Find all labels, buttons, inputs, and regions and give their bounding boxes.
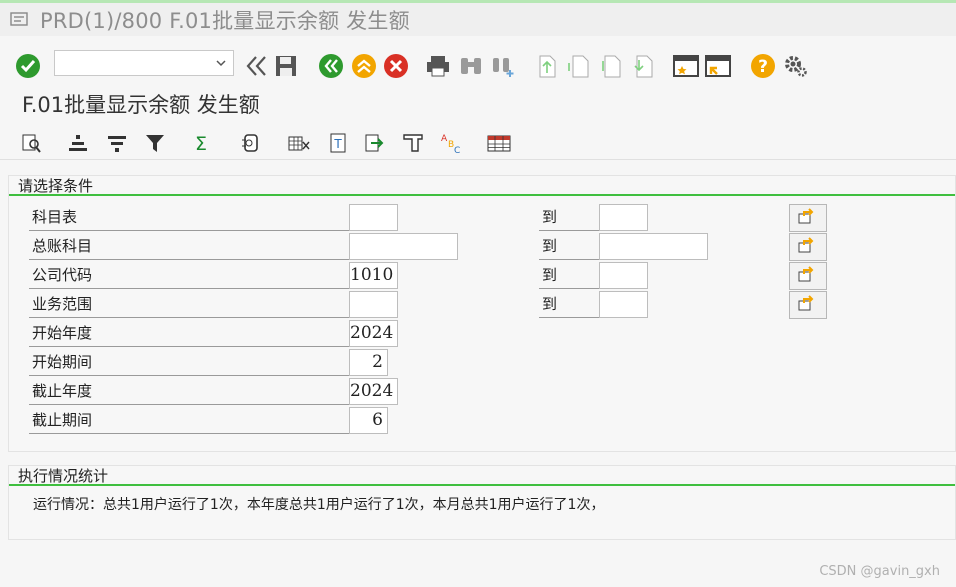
filter-icon[interactable] <box>142 130 168 156</box>
end-year-row: 截止年度 2024 <box>9 378 409 406</box>
multiple-selection-icon <box>798 208 818 228</box>
back-icon[interactable] <box>317 52 345 80</box>
abc-icon[interactable]: ABC <box>438 130 464 156</box>
multiple-selection-icon <box>798 266 818 286</box>
field-label: 开始年度 <box>29 320 349 347</box>
svg-text:C: C <box>454 146 460 155</box>
business-area-from-input[interactable] <box>349 291 398 318</box>
chart-of-accounts-to-input[interactable] <box>599 204 648 231</box>
chart-of-accounts-from-input[interactable] <box>349 204 398 231</box>
svg-text:Σ: Σ <box>195 133 207 154</box>
execution-stats-text: 运行情况：总共1用户运行了1次，本年度总共1用户运行了1次，本月总共1用户运行了… <box>33 497 605 513</box>
svg-text:T: T <box>333 137 342 151</box>
to-label: 到 <box>539 204 599 231</box>
field-label: 截止期间 <box>29 407 349 434</box>
field-label: 开始期间 <box>29 349 349 376</box>
multiple-selection-button[interactable] <box>789 233 827 261</box>
save-icon[interactable] <box>272 52 300 80</box>
print-icon[interactable] <box>424 52 452 80</box>
multiple-selection-button[interactable] <box>789 291 827 319</box>
sum-icon[interactable]: Σ <box>188 130 214 156</box>
multiple-selection-icon <box>798 295 818 315</box>
page-title: F.01批量显示余额 发生额 <box>22 93 260 117</box>
command-input[interactable] <box>55 51 205 75</box>
field-label: 科目表 <box>29 204 349 231</box>
svg-text:?: ? <box>758 57 768 77</box>
menu-icon[interactable] <box>10 11 32 28</box>
to-label: 到 <box>539 233 599 260</box>
details-icon[interactable] <box>238 130 264 156</box>
exit-icon[interactable] <box>350 52 378 80</box>
check-icon[interactable] <box>14 52 42 80</box>
standard-toolbar: ? <box>0 46 956 86</box>
command-field[interactable] <box>54 50 234 76</box>
title-bar: PRD(1)/800 F.01批量显示余额 发生额 <box>0 0 956 36</box>
help-icon[interactable]: ? <box>749 52 777 80</box>
double-left-icon[interactable] <box>242 52 270 80</box>
company-code-to-input[interactable] <box>599 262 648 289</box>
cancel-icon[interactable] <box>382 52 410 80</box>
start-year-input[interactable]: 2024 <box>349 320 398 347</box>
gl-account-from-input[interactable] <box>349 233 458 260</box>
first-page-icon[interactable] <box>533 52 561 80</box>
next-page-icon[interactable] <box>598 52 626 80</box>
shortcut-icon[interactable] <box>704 52 732 80</box>
sort-descending-icon[interactable] <box>104 130 130 156</box>
last-page-icon[interactable] <box>630 52 658 80</box>
table-icon[interactable] <box>486 130 512 156</box>
end-period-row: 截止期间 6 <box>9 407 409 435</box>
execution-stats-group: 执行情况统计 运行情况：总共1用户运行了1次，本年度总共1用户运行了1次，本月总… <box>8 465 956 540</box>
range-row-company-code: 公司代码 1010 到 <box>9 262 956 290</box>
new-session-icon[interactable] <box>672 52 700 80</box>
export-excel-icon[interactable] <box>286 130 312 156</box>
end-period-input[interactable]: 6 <box>349 407 388 434</box>
start-year-row: 开始年度 2024 <box>9 320 409 348</box>
multiple-selection-button[interactable] <box>789 204 827 232</box>
start-period-input[interactable]: 2 <box>349 349 388 376</box>
field-label: 业务范围 <box>29 291 349 318</box>
field-label: 公司代码 <box>29 262 349 289</box>
layout-icon[interactable] <box>400 130 426 156</box>
find-icon[interactable] <box>457 52 485 80</box>
business-area-to-input[interactable] <box>599 291 648 318</box>
watermark: CSDN @gavin_gxh <box>819 564 940 579</box>
end-year-input[interactable]: 2024 <box>349 378 398 405</box>
field-label: 截止年度 <box>29 378 349 405</box>
gl-account-to-input[interactable] <box>599 233 708 260</box>
to-label: 到 <box>539 262 599 289</box>
get-variant-icon[interactable] <box>18 130 44 156</box>
range-row-business-area: 业务范围 到 <box>9 291 956 319</box>
svg-text:A: A <box>441 134 448 144</box>
find-next-icon[interactable] <box>489 52 517 80</box>
text-icon[interactable]: T <box>325 130 351 156</box>
range-row-gl-account: 总账科目 到 <box>9 233 956 261</box>
selection-criteria-heading: 请选择条件 <box>9 176 955 196</box>
application-toolbar: Σ T ABC <box>0 124 956 160</box>
to-label: 到 <box>539 291 599 318</box>
company-code-from-input[interactable]: 1010 <box>349 262 398 289</box>
export-icon[interactable] <box>361 130 387 156</box>
chevron-down-icon[interactable] <box>215 55 227 74</box>
range-row-chart-of-accounts: 科目表 到 <box>9 204 956 232</box>
settings-icon[interactable] <box>781 52 809 80</box>
previous-page-icon[interactable] <box>566 52 594 80</box>
field-label: 总账科目 <box>29 233 349 260</box>
multiple-selection-button[interactable] <box>789 262 827 290</box>
execution-stats-heading: 执行情况统计 <box>9 466 955 486</box>
selection-criteria-group: 请选择条件 科目表 到 总账科目 到 公司代码 1010 到 业务范围 到 开始… <box>8 175 956 452</box>
window-title: PRD(1)/800 F.01批量显示余额 发生额 <box>40 8 410 33</box>
multiple-selection-icon <box>798 237 818 257</box>
sort-ascending-icon[interactable] <box>65 130 91 156</box>
start-period-row: 开始期间 2 <box>9 349 409 377</box>
